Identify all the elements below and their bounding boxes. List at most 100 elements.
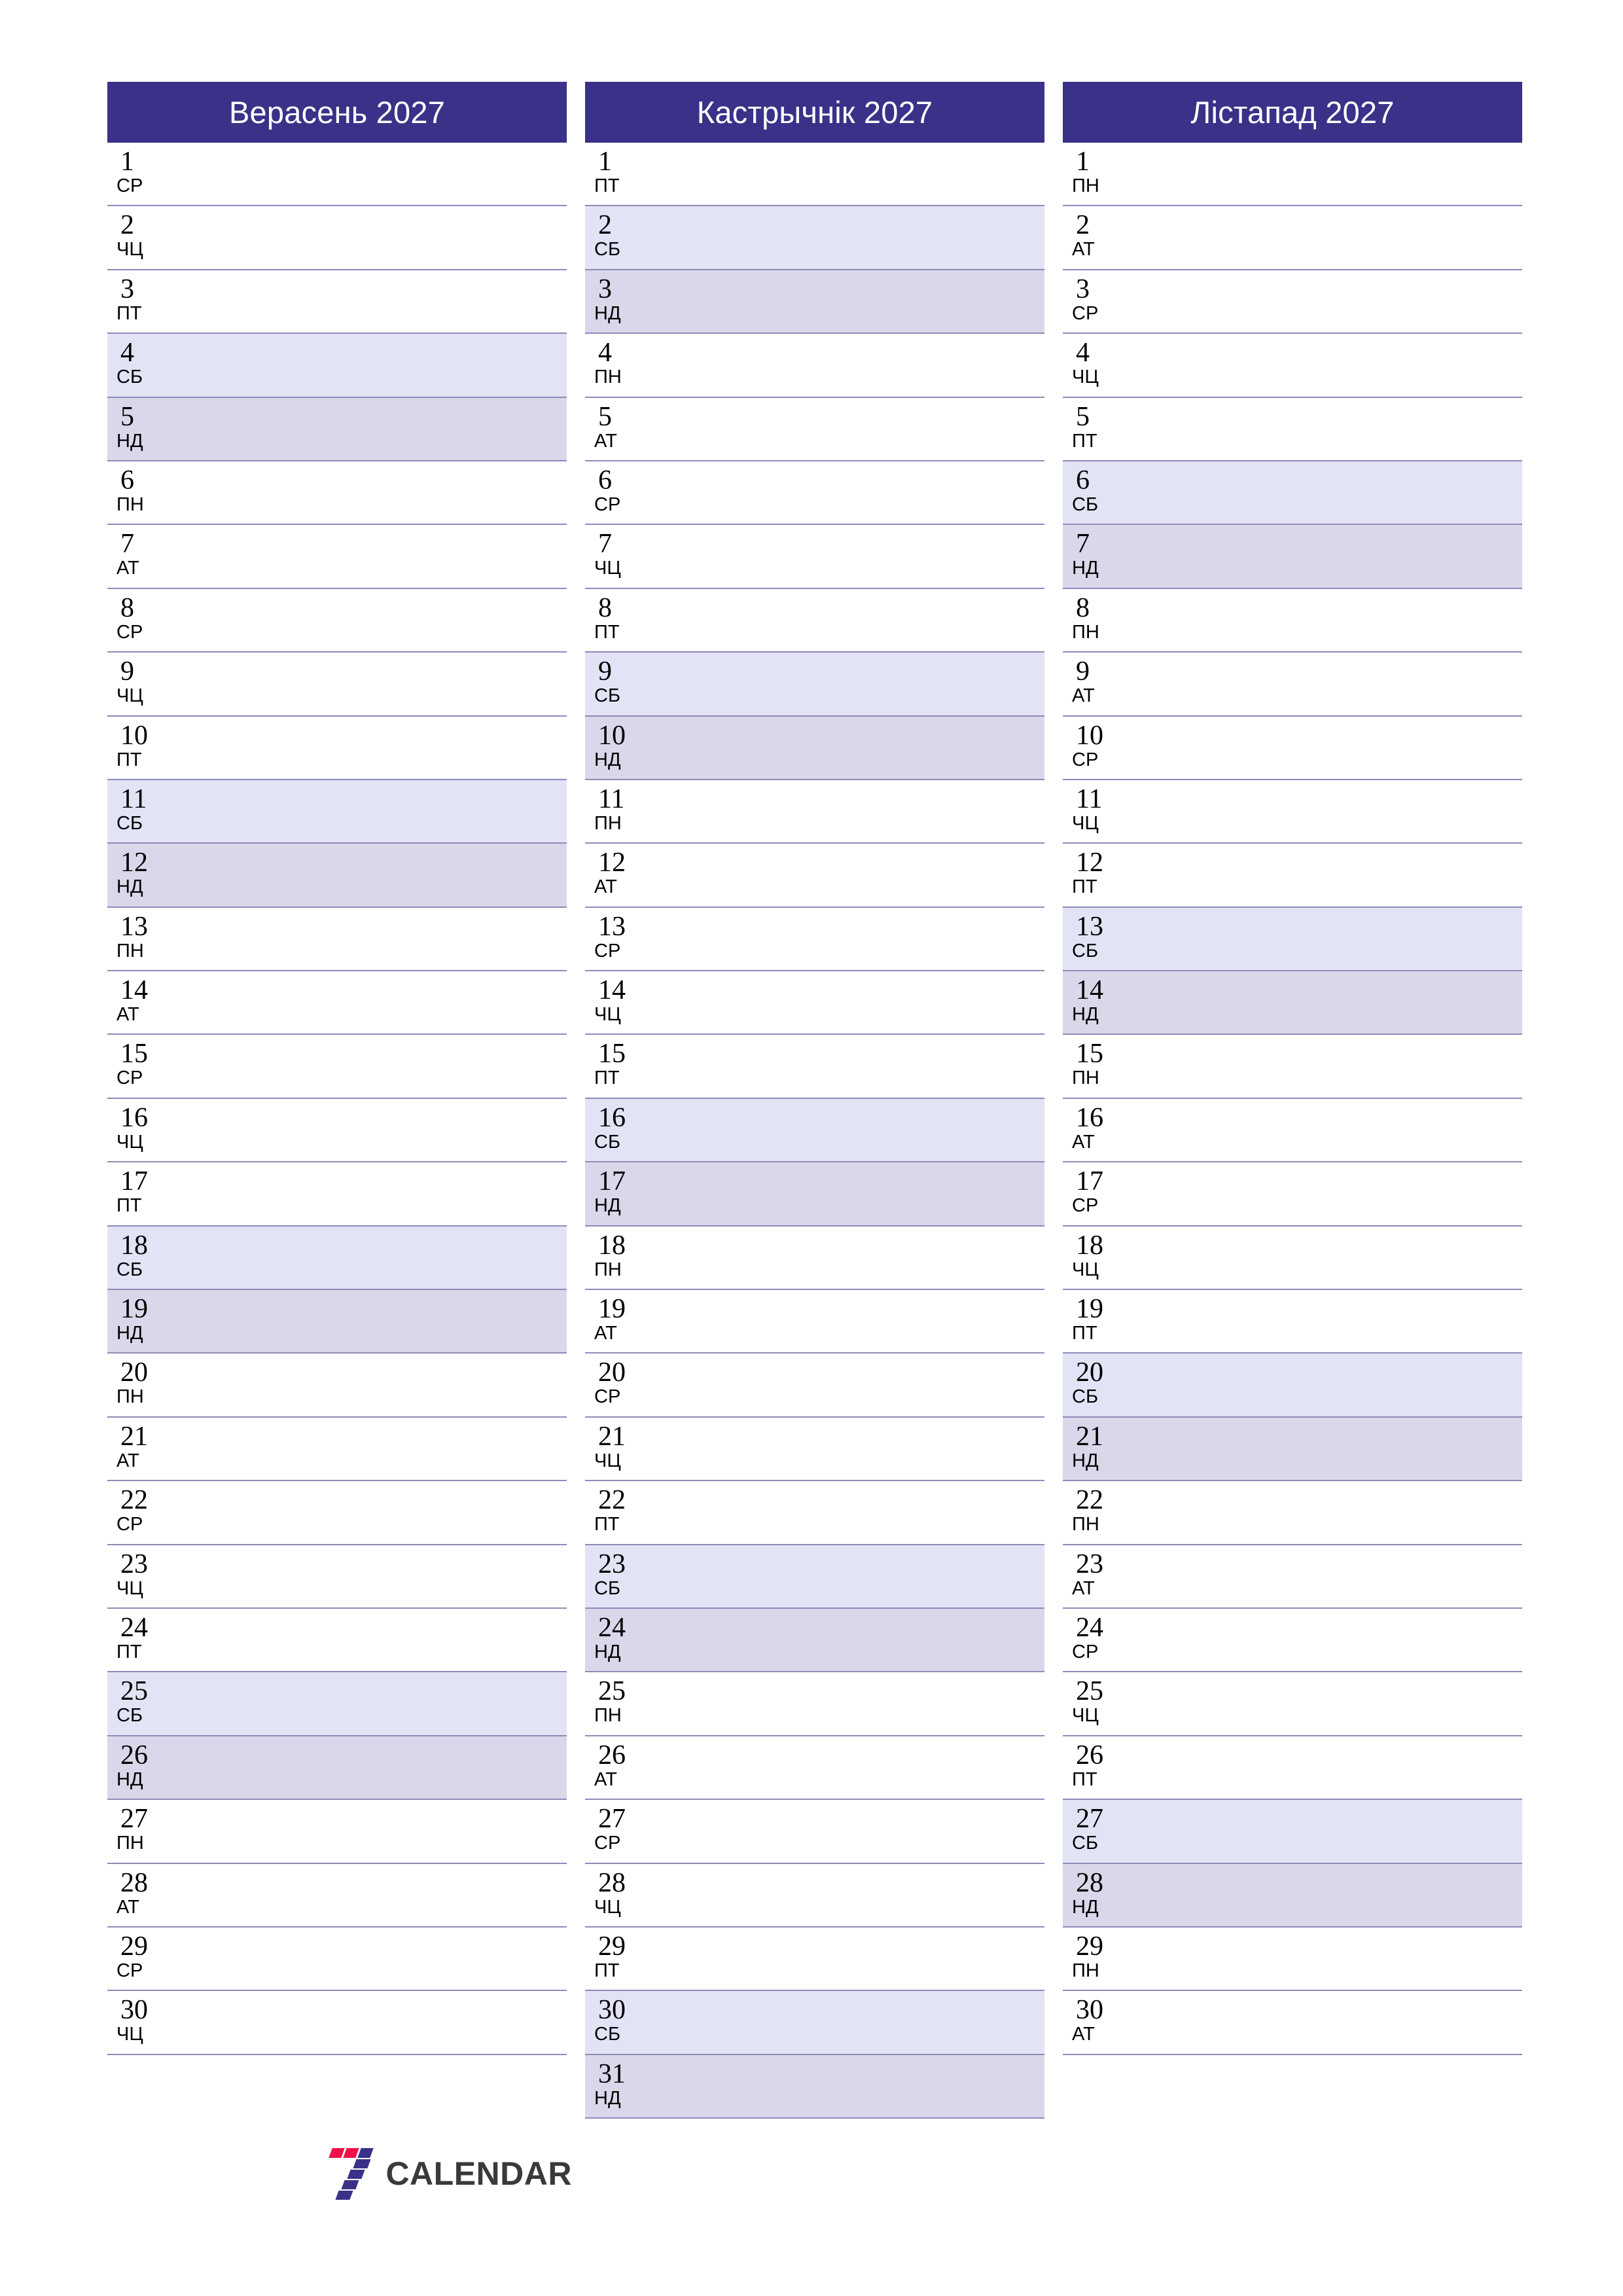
day-row[interactable]: 1 ПТ xyxy=(585,143,1044,207)
day-row[interactable]: 12 АТ xyxy=(585,844,1044,908)
day-row[interactable]: 21 НД xyxy=(1063,1417,1522,1482)
day-row[interactable]: 24 НД xyxy=(585,1608,1044,1673)
day-row[interactable]: 31 НД xyxy=(585,2054,1044,2119)
day-row[interactable]: 20 СБ xyxy=(1063,1354,1522,1418)
day-row[interactable]: 15 ПТ xyxy=(585,1035,1044,1099)
day-row[interactable]: 9 ЧЦ xyxy=(107,653,567,717)
day-row[interactable]: 7 АТ xyxy=(107,525,567,589)
day-row[interactable]: 4 ПН xyxy=(585,334,1044,398)
day-row[interactable]: 17 СР xyxy=(1063,1162,1522,1227)
day-row[interactable]: 21 АТ xyxy=(107,1417,567,1482)
day-row[interactable]: 10 НД xyxy=(585,716,1044,780)
day-row[interactable]: 12 НД xyxy=(107,844,567,908)
day-row[interactable]: 5 НД xyxy=(107,397,567,461)
day-row[interactable]: 14 ЧЦ xyxy=(585,971,1044,1035)
day-row[interactable]: 6 СБ xyxy=(1063,461,1522,526)
day-row[interactable]: 30 ЧЦ xyxy=(107,1991,567,2055)
day-row[interactable]: 28 НД xyxy=(1063,1863,1522,1928)
day-row[interactable]: 26 АТ xyxy=(585,1736,1044,1801)
day-row[interactable]: 5 ПТ xyxy=(1063,397,1522,461)
day-row[interactable]: 23 ЧЦ xyxy=(107,1545,567,1609)
day-row[interactable]: 12 ПТ xyxy=(1063,844,1522,908)
day-row[interactable]: 26 ПТ xyxy=(1063,1736,1522,1801)
day-row[interactable]: 19 ПТ xyxy=(1063,1290,1522,1354)
day-row[interactable]: 1 СР xyxy=(107,143,567,207)
day-row[interactable]: 22 ПН xyxy=(1063,1481,1522,1545)
day-row[interactable]: 11 ПН xyxy=(585,780,1044,844)
day-row[interactable]: 1 ПН xyxy=(1063,143,1522,207)
day-row[interactable]: 26 НД xyxy=(107,1736,567,1801)
day-row[interactable]: 7 ЧЦ xyxy=(585,525,1044,589)
day-list: 1 ПН 2 АТ 3 СР 4 ЧЦ 5 ПТ 6 СБ 7 НД 8 ПН 9 АТ 10 СР 11 ЧЦ 12 ПТ 1… xyxy=(1063,143,1522,2055)
day-number: 25 xyxy=(120,1676,148,1707)
day-row[interactable]: 8 ПТ xyxy=(585,588,1044,653)
day-row[interactable]: 27 ПН xyxy=(107,1800,567,1864)
logo-stroke-segment xyxy=(347,2170,366,2179)
day-row[interactable]: 21 ЧЦ xyxy=(585,1417,1044,1482)
day-number: 8 xyxy=(598,592,612,623)
day-row[interactable]: 5 АТ xyxy=(585,397,1044,461)
day-row[interactable]: 25 ЧЦ xyxy=(1063,1672,1522,1736)
day-row[interactable]: 14 АТ xyxy=(107,971,567,1035)
day-row[interactable]: 23 АТ xyxy=(1063,1545,1522,1609)
day-row[interactable]: 8 СР xyxy=(107,588,567,653)
day-number: 10 xyxy=(1076,720,1103,751)
day-row[interactable]: 7 НД xyxy=(1063,525,1522,589)
day-row[interactable]: 4 СБ xyxy=(107,334,567,398)
day-row[interactable]: 3 СР xyxy=(1063,270,1522,334)
day-row[interactable]: 24 СР xyxy=(1063,1608,1522,1673)
day-row[interactable]: 10 СР xyxy=(1063,716,1522,780)
day-row[interactable]: 22 СР xyxy=(107,1481,567,1545)
day-row[interactable]: 30 СБ xyxy=(585,1991,1044,2055)
day-row[interactable]: 22 ПТ xyxy=(585,1481,1044,1545)
day-row[interactable]: 3 ПТ xyxy=(107,270,567,334)
day-row[interactable]: 28 ЧЦ xyxy=(585,1863,1044,1928)
day-row[interactable]: 27 СР xyxy=(585,1800,1044,1864)
day-row[interactable]: 16 СБ xyxy=(585,1098,1044,1163)
day-row[interactable]: 6 СР xyxy=(585,461,1044,526)
day-row[interactable]: 24 ПТ xyxy=(107,1608,567,1673)
day-row[interactable]: 2 ЧЦ xyxy=(107,206,567,270)
day-row[interactable]: 25 СБ xyxy=(107,1672,567,1736)
day-row[interactable]: 13 СБ xyxy=(1063,907,1522,972)
day-row[interactable]: 2 АТ xyxy=(1063,206,1522,270)
day-row[interactable]: 25 ПН xyxy=(585,1672,1044,1736)
day-weekday-abbr: СБ xyxy=(116,367,143,388)
day-row[interactable]: 4 ЧЦ xyxy=(1063,334,1522,398)
day-row[interactable]: 20 ПН xyxy=(107,1354,567,1418)
day-row[interactable]: 3 НД xyxy=(585,270,1044,334)
day-row[interactable]: 30 АТ xyxy=(1063,1991,1522,2055)
day-row[interactable]: 18 СБ xyxy=(107,1226,567,1291)
day-row[interactable]: 8 ПН xyxy=(1063,588,1522,653)
day-row[interactable]: 15 ПН xyxy=(1063,1035,1522,1099)
day-row[interactable]: 17 ПТ xyxy=(107,1162,567,1227)
day-row[interactable]: 16 ЧЦ xyxy=(107,1098,567,1163)
day-row[interactable]: 19 НД xyxy=(107,1290,567,1354)
day-row[interactable]: 14 НД xyxy=(1063,971,1522,1035)
day-row[interactable]: 13 ПН xyxy=(107,907,567,972)
day-row[interactable]: 29 СР xyxy=(107,1927,567,1992)
day-row[interactable]: 20 СР xyxy=(585,1354,1044,1418)
day-row[interactable]: 18 ЧЦ xyxy=(1063,1226,1522,1291)
day-row[interactable]: 23 СБ xyxy=(585,1545,1044,1609)
day-weekday-abbr: СР xyxy=(594,1833,621,1854)
day-row[interactable]: 2 СБ xyxy=(585,206,1044,270)
day-row[interactable]: 28 АТ xyxy=(107,1863,567,1928)
day-row[interactable]: 10 ПТ xyxy=(107,716,567,780)
day-number: 19 xyxy=(120,1294,148,1325)
day-row[interactable]: 11 ЧЦ xyxy=(1063,780,1522,844)
brand-logo[interactable]: CALENDAR xyxy=(107,2148,572,2200)
day-row[interactable]: 16 АТ xyxy=(1063,1098,1522,1163)
day-row[interactable]: 6 ПН xyxy=(107,461,567,526)
day-row[interactable]: 11 СБ xyxy=(107,780,567,844)
day-row[interactable]: 17 НД xyxy=(585,1162,1044,1227)
day-row[interactable]: 29 ПТ xyxy=(585,1927,1044,1992)
day-row[interactable]: 13 СР xyxy=(585,907,1044,972)
day-row[interactable]: 9 СБ xyxy=(585,653,1044,717)
day-row[interactable]: 9 АТ xyxy=(1063,653,1522,717)
day-row[interactable]: 19 АТ xyxy=(585,1290,1044,1354)
day-row[interactable]: 18 ПН xyxy=(585,1226,1044,1291)
day-row[interactable]: 27 СБ xyxy=(1063,1800,1522,1864)
day-row[interactable]: 29 ПН xyxy=(1063,1927,1522,1992)
day-row[interactable]: 15 СР xyxy=(107,1035,567,1099)
